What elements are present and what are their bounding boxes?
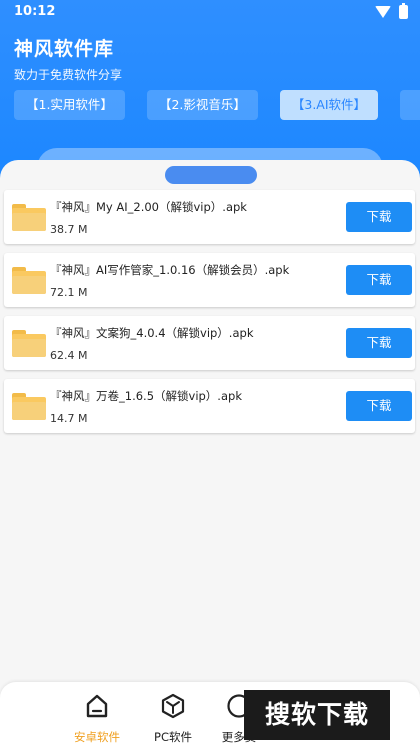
file-item[interactable]: 『神风』万卷_1.6.5（解锁vip）.apk 14.7 M 下载 [4, 379, 415, 433]
tab-4[interactable]: 【4 [400, 90, 420, 120]
file-name: 『神风』AI写作管家_1.0.16（解锁会员）.apk [50, 263, 290, 277]
file-name: 『神风』万卷_1.6.5（解锁vip）.apk [50, 389, 242, 403]
folder-icon [12, 393, 46, 420]
nav-pc-software[interactable]: PC软件 [138, 692, 208, 745]
download-button[interactable]: 下载 [346, 202, 412, 232]
battery-icon [399, 3, 408, 19]
app-title: 神风软件库 [14, 38, 115, 60]
file-size: 72.1 M [50, 286, 88, 299]
status-time: 10:12 [14, 4, 56, 19]
file-size: 38.7 M [50, 223, 88, 236]
nav-label: 安卓软件 [74, 730, 120, 744]
download-button[interactable]: 下载 [346, 265, 412, 295]
cube-icon [161, 693, 185, 719]
tab-ai-software[interactable]: 【3.AI软件】 [279, 90, 379, 120]
nav-label: PC软件 [154, 730, 192, 744]
folder-icon [12, 330, 46, 357]
file-name: 『神风』My AI_2.00（解锁vip）.apk [50, 200, 247, 214]
category-tabs: 【1.实用软件】【2.影视音乐】【3.AI软件】【4 [14, 90, 420, 122]
nav-android-software[interactable]: 安卓软件 [62, 692, 132, 745]
file-size: 62.4 M [50, 349, 88, 362]
tab-utilities[interactable]: 【1.实用软件】 [14, 90, 125, 120]
folder-icon [12, 267, 46, 294]
sheet-handle[interactable] [165, 166, 257, 184]
file-list: 『神风』My AI_2.00（解锁vip）.apk 38.7 M 下载 『神风』… [4, 190, 415, 442]
file-item[interactable]: 『神风』My AI_2.00（解锁vip）.apk 38.7 M 下载 [4, 190, 415, 244]
file-item[interactable]: 『神风』文案狗_4.0.4（解锁vip）.apk 62.4 M 下载 [4, 316, 415, 370]
status-bar: 10:12 [0, 0, 420, 24]
content-sheet: 『神风』My AI_2.00（解锁vip）.apk 38.7 M 下载 『神风』… [0, 160, 420, 747]
file-name: 『神风』文案狗_4.0.4（解锁vip）.apk [50, 326, 254, 340]
app-subtitle: 致力于免费软件分享 [14, 68, 123, 82]
file-size: 14.7 M [50, 412, 88, 425]
tab-video-music[interactable]: 【2.影视音乐】 [146, 90, 258, 120]
folder-icon [12, 204, 46, 231]
file-item[interactable]: 『神风』AI写作管家_1.0.16（解锁会员）.apk 72.1 M 下载 [4, 253, 415, 307]
status-icons [375, 3, 408, 19]
watermark: 搜软下载 [244, 690, 390, 740]
download-button[interactable]: 下载 [346, 328, 412, 358]
wifi-icon [375, 6, 391, 18]
download-button[interactable]: 下载 [346, 391, 412, 421]
android-box-icon [86, 694, 108, 718]
